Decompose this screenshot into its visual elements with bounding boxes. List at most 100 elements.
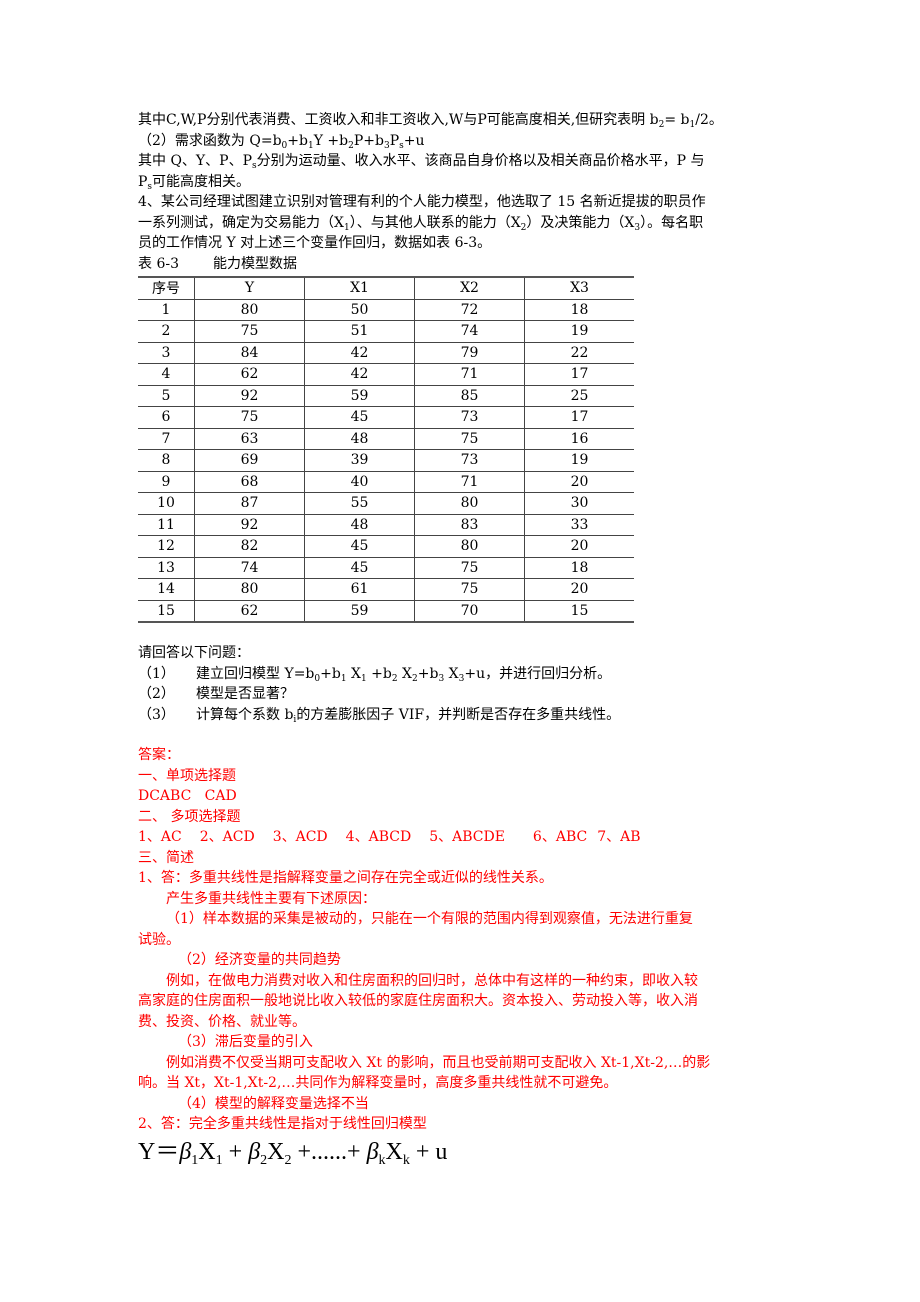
table-cell: 20: [524, 470, 634, 493]
column-header: X2: [414, 276, 525, 300]
table-cell: 17: [524, 406, 634, 429]
regression-formula: Y＝β1X1 + β2X2 +......+ βkXk + u: [138, 1138, 448, 1168]
table-cell: 18: [524, 298, 634, 321]
table-cell: 12: [138, 535, 195, 558]
table-row: 13 74 45 75 18: [138, 556, 634, 579]
mc-answer: 5、ABCDE: [429, 829, 505, 845]
demand-description-line2: Ps可能高度相关。: [138, 173, 251, 192]
table-cell: 75: [414, 427, 525, 450]
table-row: 15 62 59 70 15: [138, 599, 634, 623]
table-cell: 15: [138, 599, 195, 623]
cause3-line1: 例如消费不仅受当期可支配收入 Xt 的影响，而且也受前期可支配收入 Xt-1,X…: [166, 1054, 711, 1071]
table-row: 7 63 48 75 16: [138, 427, 634, 450]
table-cell: 33: [524, 513, 634, 536]
question-text: 建立回归模型 Y=b0+b1 X1 +b2 X2+b3 X3+u，并进行回归分析…: [196, 665, 612, 684]
table-cell: 9: [138, 470, 195, 493]
mc-answer: 3、ACD: [272, 829, 328, 845]
table-cell: 1: [138, 298, 195, 321]
table-caption: 表 6-3 能力模型数据: [138, 254, 798, 275]
table-cell: 82: [194, 535, 305, 558]
table-cell: 80: [414, 535, 525, 558]
table-row: 10 87 55 80 30: [138, 492, 634, 515]
problem4-line3: 员的工作情况 Y 对上述三个变量作回归，数据如表 6-3。: [138, 235, 492, 251]
section1-title: 一、单项选择题: [138, 767, 236, 784]
table-row: 9 68 40 71 20: [138, 470, 634, 493]
mc-answer: 4、ABCD: [345, 829, 412, 845]
table-cell: 42: [304, 341, 415, 364]
table-cell: 80: [414, 492, 525, 515]
table-cell: 19: [524, 449, 634, 472]
cause4-title: （4）模型的解释变量选择不当: [178, 1095, 369, 1112]
table-cell: 19: [524, 320, 634, 343]
table-cell: 74: [414, 320, 525, 343]
cause2-line3: 费、投资、价格、就业等。: [138, 1013, 306, 1030]
section2-title: 二、 多项选择题: [138, 808, 241, 825]
table-cell: 6: [138, 406, 195, 429]
table-row: 4 62 42 71 17: [138, 363, 634, 386]
table-cell: 45: [304, 556, 415, 579]
column-header: X3: [524, 276, 634, 300]
question-number: （1）: [138, 665, 175, 682]
table-cell: 48: [304, 513, 415, 536]
table-cell: 74: [194, 556, 305, 579]
table-caption-id: 表 6-3: [138, 255, 179, 272]
table-cell: 75: [194, 406, 305, 429]
table-row: 8 69 39 73 19: [138, 449, 634, 472]
table-cell: 68: [194, 470, 305, 493]
table-cell: 61: [304, 578, 415, 601]
table-cell: 40: [304, 470, 415, 493]
table-cell: 84: [194, 341, 305, 364]
column-header: X1: [304, 276, 415, 300]
table-body: 1 80 50 72 18 2 75 51 74 19 3 84 42 79 22 4 62 42 71 17 5 92 5…: [138, 298, 634, 623]
questions-heading: 请回答以下问题：: [138, 645, 250, 661]
table-cell: 71: [414, 470, 525, 493]
table-header-row: 序号 Y X1 X2 X3: [138, 276, 634, 300]
table-cell: 3: [138, 341, 195, 364]
table-cell: 30: [524, 492, 634, 515]
table-row: 14 80 61 75 20: [138, 578, 634, 601]
mc-answer: 2、ACD: [199, 829, 255, 845]
table-row: 3 84 42 79 22: [138, 341, 634, 364]
section1-answer: DCABC CAD: [138, 788, 237, 804]
cause2-line2: 高家庭的住房面积一般地说比收入较低的家庭住房面积大。资本投入、劳动投入等，收入消: [138, 993, 698, 1009]
mc-answer: 7、AB: [597, 829, 641, 845]
table-cell: 39: [304, 449, 415, 472]
table-cell: 75: [414, 556, 525, 579]
table-cell: 75: [194, 320, 305, 343]
answers-heading: 答案：: [138, 747, 180, 763]
cause1-line2: 试验。: [138, 931, 180, 948]
question-text: 计算每个系数 bi的方差膨胀因子 VIF，并判断是否存在多重共线性。: [196, 706, 621, 725]
table-cell: 69: [194, 449, 305, 472]
table-cell: 71: [414, 363, 525, 386]
table-cell: 83: [414, 513, 525, 536]
table-cell: 20: [524, 578, 634, 601]
question-number: （3）: [138, 706, 175, 723]
answer1-line: 1、答：多重共线性是指解释变量之间存在完全或近似的线性关系。: [138, 870, 553, 886]
table-caption-title: 能力模型数据: [213, 255, 297, 272]
table-cell: 42: [304, 363, 415, 386]
demand-description-line1: 其中 Q、Y、P、Ps分别为运动量、收入水平、该商品自身价格以及相关商品价格水平…: [138, 153, 705, 171]
column-header: 序号: [138, 276, 195, 300]
table-cell: 70: [414, 599, 525, 623]
answer2-line: 2、答：完全多重共线性是指对于线性回归模型: [138, 1116, 427, 1132]
table-cell: 8: [138, 449, 195, 472]
question-3: （3） 计算每个系数 bi的方差膨胀因子 VIF，并判断是否存在多重共线性。: [138, 705, 798, 726]
cause3-title: （3）滞后变量的引入: [178, 1034, 313, 1050]
table-cell: 62: [194, 363, 305, 386]
table-cell: 62: [194, 599, 305, 623]
table-cell: 72: [414, 298, 525, 321]
table-cell: 2: [138, 320, 195, 343]
table-cell: 13: [138, 556, 195, 579]
table-cell: 50: [304, 298, 415, 321]
table-cell: 55: [304, 492, 415, 515]
table-cell: 63: [194, 427, 305, 450]
table-cell: 73: [414, 406, 525, 429]
table-row: 1 80 50 72 18: [138, 298, 634, 321]
table-cell: 45: [304, 535, 415, 558]
table-row: 2 75 51 74 19: [138, 320, 634, 343]
table-cell: 51: [304, 320, 415, 343]
table-row: 5 92 59 85 25: [138, 384, 634, 407]
cause1-line1: （1）样本数据的采集是被动的，只能在一个有限的范围内得到观察值，无法进行重复: [166, 911, 693, 927]
table-cell: 17: [524, 363, 634, 386]
question-number: （2）: [138, 686, 175, 702]
